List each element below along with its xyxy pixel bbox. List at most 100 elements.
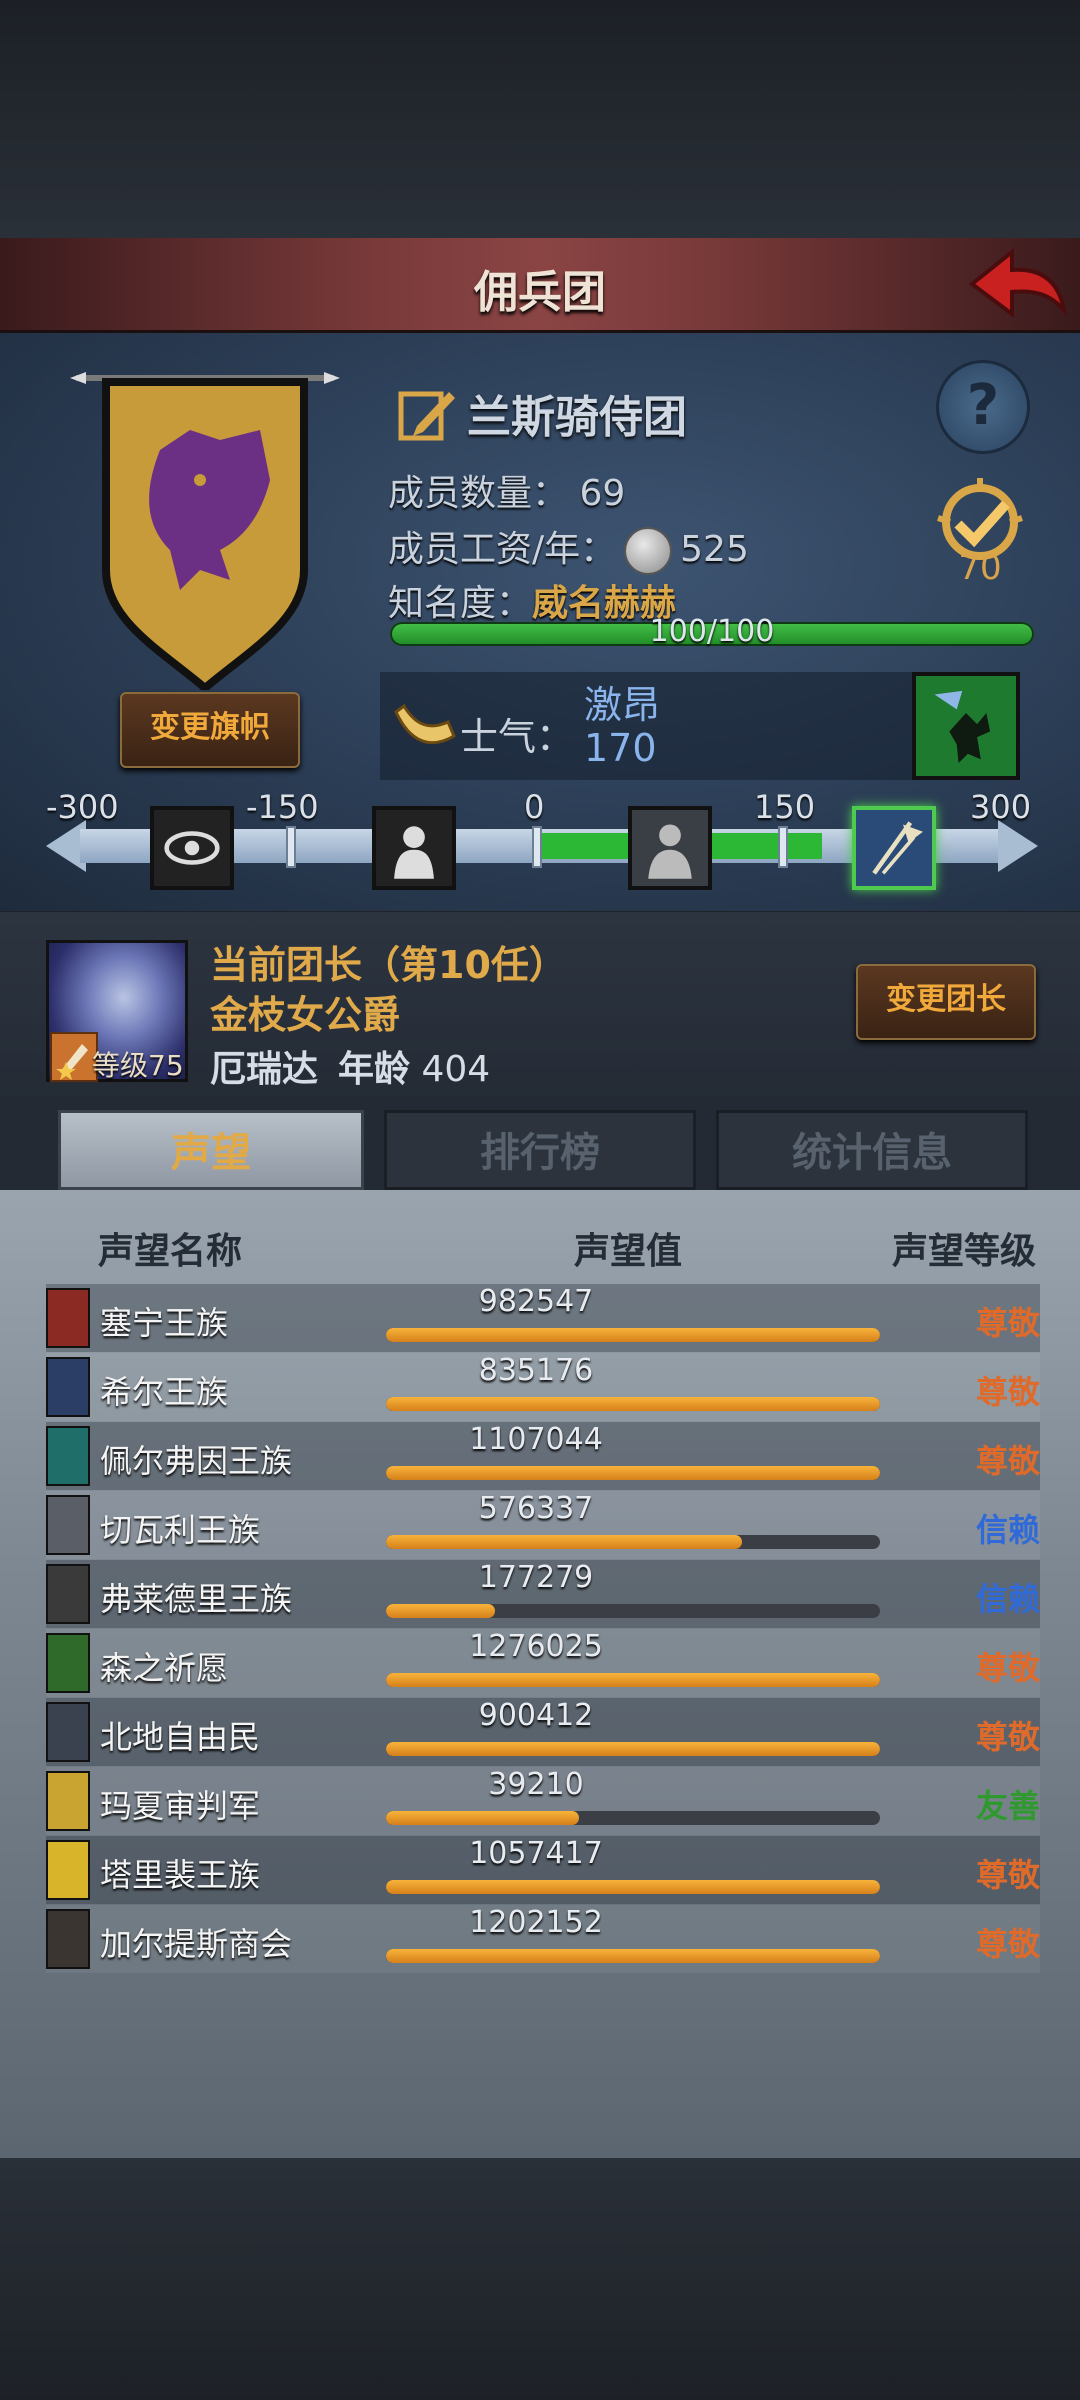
morale-tier-calm-icon[interactable] <box>628 806 712 890</box>
fame-progress-text: 100/100 <box>649 614 775 649</box>
horn-icon <box>394 703 456 745</box>
leader-title: 金枝女公爵 <box>210 993 401 1037</box>
salary-label: 成员工资/年： <box>388 529 617 570</box>
reputation-bar-fill <box>386 1811 579 1825</box>
faction-crest-icon <box>46 1633 90 1693</box>
header-reputation-level: 声望等级 <box>892 1231 1037 1272</box>
list-item[interactable]: 弗莱德里王族 177279 信赖 <box>46 1560 1040 1628</box>
faction-crest-icon <box>46 1495 90 1555</box>
faction-name: 塞宁王族 <box>100 1304 229 1342</box>
faction-name: 塔里裴王族 <box>100 1856 261 1894</box>
faction-crest-icon <box>46 1564 90 1624</box>
reputation-bar <box>386 1949 880 1963</box>
reputation-level: 尊敬 <box>975 1856 1040 1894</box>
faction-name: 切瓦利王族 <box>100 1511 261 1549</box>
page-title: 佣兵团 <box>474 267 606 318</box>
reputation-bar-fill <box>386 1466 880 1480</box>
list-item[interactable]: 北地自由民 900412 尊敬 <box>46 1698 1040 1766</box>
question-mark-icon: ? <box>966 373 1000 438</box>
reputation-value: 835176 <box>478 1353 594 1388</box>
reputation-value: 177279 <box>478 1560 594 1595</box>
header-reputation-value: 声望值 <box>574 1231 683 1272</box>
reputation-value: 576337 <box>478 1491 594 1526</box>
member-count-value: 69 <box>579 473 626 514</box>
morale-status-icon[interactable] <box>912 672 1020 780</box>
leader-name: 厄瑞达 <box>210 1049 319 1090</box>
silver-coin-icon <box>624 527 673 575</box>
morale-tier-despair-icon[interactable] <box>372 806 456 890</box>
faction-name: 森之祈愿 <box>100 1649 229 1687</box>
faction-crest-icon <box>46 1840 90 1900</box>
guild-name-row: 兰斯骑侍团 <box>395 378 687 448</box>
bottom-background <box>0 2158 1080 2400</box>
faction-crest-icon <box>46 1771 90 1831</box>
list-item[interactable]: 森之祈愿 1276025 尊敬 <box>46 1629 1040 1697</box>
scale-tick <box>286 826 296 868</box>
reputation-bar-fill <box>386 1742 880 1756</box>
reputation-value: 1276025 <box>469 1629 603 1664</box>
reputation-bar <box>386 1397 880 1411</box>
edit-icon[interactable] <box>395 382 457 444</box>
scale-label-minus150: -150 <box>246 788 319 826</box>
leader-age-label: 年龄 <box>338 1049 411 1090</box>
reputation-level: 信赖 <box>975 1511 1040 1549</box>
reputation-value: 1057417 <box>469 1836 603 1871</box>
scale-label-zero: 0 <box>524 788 545 826</box>
reputation-bar <box>386 1466 880 1480</box>
reputation-level: 尊敬 <box>975 1718 1040 1756</box>
rank-value: 70 <box>958 548 1002 588</box>
change-leader-button[interactable]: 变更团长 <box>856 964 1036 1040</box>
list-item[interactable]: 玛夏审判军 39210 友善 <box>46 1767 1040 1835</box>
reputation-bar-fill <box>386 1535 742 1549</box>
back-arrow-icon[interactable] <box>968 244 1068 322</box>
reputation-level: 友善 <box>975 1787 1040 1825</box>
reputation-bar <box>386 1811 880 1825</box>
faction-crest-icon <box>46 1909 90 1969</box>
list-item[interactable]: 加尔提斯商会 1202152 尊敬 <box>46 1905 1040 1973</box>
current-leader-heading: 当前团长（第10任） <box>210 943 567 987</box>
faction-name: 加尔提斯商会 <box>100 1925 293 1963</box>
leader-level: 等级75 <box>92 1049 184 1082</box>
member-count-label: 成员数量： <box>388 473 569 514</box>
reputation-bar-fill <box>386 1949 880 1963</box>
faction-crest-icon <box>46 1357 90 1417</box>
salary-row: 成员工资/年： 525 <box>388 520 749 575</box>
title-bar: 佣兵团 <box>0 238 1080 333</box>
reputation-value: 982547 <box>478 1284 594 1319</box>
morale-tier-inspired-icon[interactable] <box>852 806 936 890</box>
faction-name: 玛夏审判军 <box>100 1787 261 1825</box>
guild-banner <box>70 372 340 690</box>
leader-age: 404 <box>421 1049 491 1090</box>
scale-label-150: 150 <box>754 788 816 826</box>
tab-reputation[interactable]: 声望 <box>58 1110 364 1190</box>
reputation-bar-fill <box>386 1328 880 1342</box>
reputation-bar <box>386 1673 880 1687</box>
reputation-level: 尊敬 <box>975 1442 1040 1480</box>
reputation-level: 尊敬 <box>975 1649 1040 1687</box>
faction-crest-icon <box>46 1426 90 1486</box>
reputation-bar <box>386 1880 880 1894</box>
tab-leaderboard[interactable]: 排行榜 <box>384 1110 696 1190</box>
reputation-level: 信赖 <box>975 1580 1040 1618</box>
help-button[interactable]: ? <box>936 360 1030 454</box>
top-background <box>0 0 1080 240</box>
scale-tick <box>532 826 542 868</box>
morale-label: 士气： <box>460 715 575 759</box>
tab-statistics[interactable]: 统计信息 <box>716 1110 1028 1190</box>
list-item[interactable]: 塞宁王族 982547 尊敬 <box>46 1284 1040 1352</box>
reputation-level: 尊敬 <box>975 1373 1040 1411</box>
reputation-bar <box>386 1604 880 1618</box>
list-item[interactable]: 希尔王族 835176 尊敬 <box>46 1353 1040 1421</box>
morale-tier-eye-icon[interactable] <box>150 806 234 890</box>
leader-name-age-row: 厄瑞达 年龄 404 <box>210 1040 490 1092</box>
faction-name: 北地自由民 <box>100 1718 261 1756</box>
list-item[interactable]: 佩尔弗因王族 1107044 尊敬 <box>46 1422 1040 1490</box>
reputation-bar-fill <box>386 1397 880 1411</box>
list-item[interactable]: 塔里裴王族 1057417 尊敬 <box>46 1836 1040 1904</box>
salary-value: 525 <box>680 529 749 570</box>
list-item[interactable]: 切瓦利王族 576337 信赖 <box>46 1491 1040 1559</box>
reputation-bar-fill <box>386 1880 880 1894</box>
change-flag-button[interactable]: 变更旗帜 <box>120 692 300 768</box>
reputation-level: 尊敬 <box>975 1304 1040 1342</box>
reputation-level: 尊敬 <box>975 1925 1040 1963</box>
